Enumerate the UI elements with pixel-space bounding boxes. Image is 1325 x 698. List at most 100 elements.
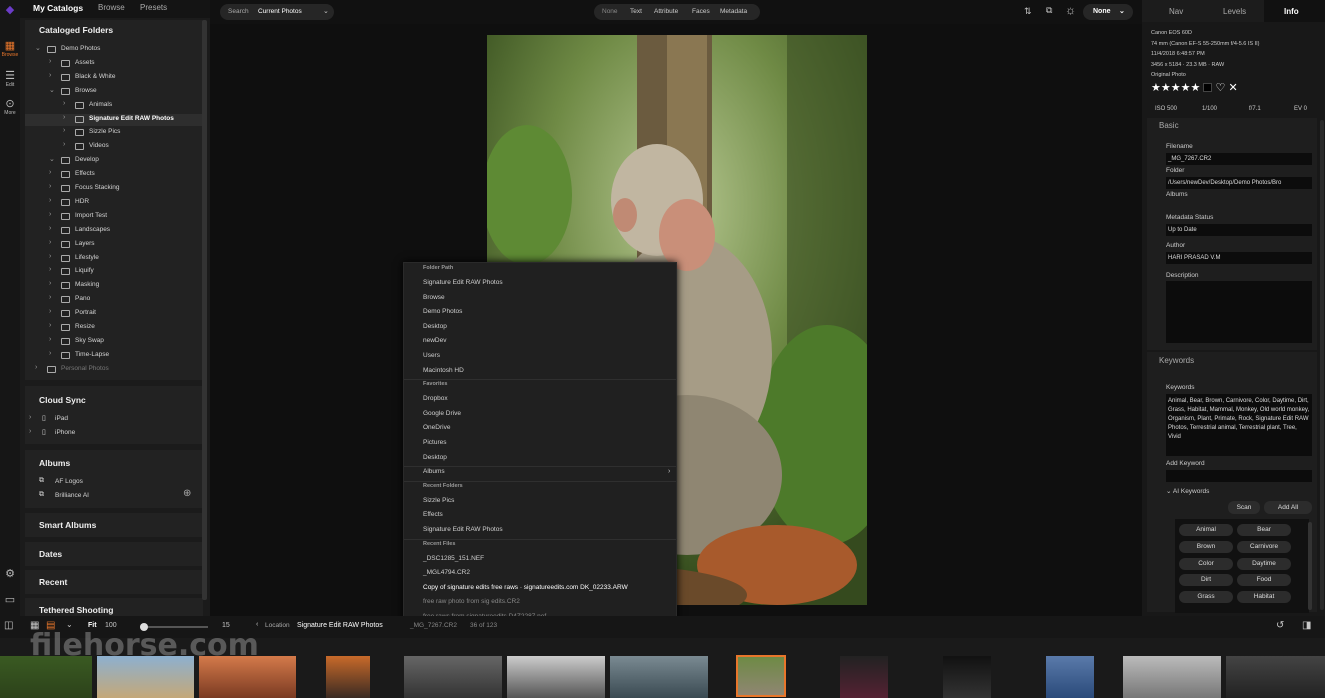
folder-field[interactable]: /Users/newDev/Desktop/Demo Photos/Bro: [1166, 177, 1312, 189]
author-field[interactable]: HARI PRASAD V.M: [1166, 252, 1312, 264]
menu-item[interactable]: Signature Edit RAW Photos: [423, 526, 503, 533]
chevron-right-icon[interactable]: ›: [49, 253, 51, 260]
settings-icon[interactable]: ⚙: [0, 568, 20, 580]
chevron-right-icon[interactable]: ›: [49, 350, 51, 357]
add-album-icon[interactable]: ⊕: [183, 488, 191, 499]
thumbnail[interactable]: [610, 656, 708, 698]
star-icon[interactable]: ★: [1171, 82, 1181, 94]
menu-item[interactable]: free raw photo from sig edits.CR2: [423, 598, 520, 605]
folder-row[interactable]: › Black & White: [25, 72, 203, 84]
ai-keyword-chip[interactable]: Food: [1237, 574, 1291, 587]
ai-keyword-chip[interactable]: Habitat: [1237, 591, 1291, 604]
compare-icon[interactable]: ⧉: [1046, 5, 1052, 16]
chevron-right-icon[interactable]: ›: [29, 414, 31, 421]
menu-item[interactable]: Desktop: [423, 323, 447, 330]
chevron-down-icon[interactable]: ⌄: [49, 86, 55, 94]
tethered-section[interactable]: Tethered Shooting: [25, 598, 203, 616]
menu-item[interactable]: Signature Edit RAW Photos: [423, 279, 503, 286]
chevron-right-icon[interactable]: ›: [63, 100, 65, 107]
folder-row[interactable]: › Pano: [25, 294, 203, 306]
chevron-right-icon[interactable]: ›: [63, 114, 65, 121]
dates-section[interactable]: Dates: [25, 542, 203, 566]
chevron-right-icon[interactable]: ›: [49, 211, 51, 218]
smart-albums-section[interactable]: Smart Albums: [25, 513, 203, 537]
ai-keyword-chip[interactable]: Bear: [1237, 524, 1291, 536]
menu-item[interactable]: Copy of signature edits free raws · sign…: [423, 584, 628, 591]
folder-row[interactable]: › Import Test: [25, 211, 203, 223]
folder-row[interactable]: ⌄ Browse: [25, 86, 203, 98]
folder-row[interactable]: › Sizzle Pics: [25, 127, 203, 139]
folder-row[interactable]: ⌄ Demo Photos: [25, 44, 203, 56]
folder-row[interactable]: › Videos: [25, 141, 203, 153]
chevron-right-icon[interactable]: ›: [49, 322, 51, 329]
folder-row[interactable]: › Sky Swap: [25, 336, 203, 348]
search-scope-dropdown[interactable]: Search Current Photos ⌄: [220, 4, 334, 20]
location-value[interactable]: Signature Edit RAW Photos: [297, 622, 383, 629]
ai-keyword-chip[interactable]: Animal: [1179, 524, 1233, 536]
folder-row[interactable]: › Personal Photos: [25, 364, 203, 376]
sort-icon[interactable]: ⇅: [1024, 6, 1032, 17]
ai-keyword-chip[interactable]: Dirt: [1179, 574, 1233, 587]
star-rating[interactable]: ★★★★★ ♡ ✕: [1151, 81, 1238, 94]
chips-scrollbar[interactable]: [1308, 522, 1312, 610]
album-item[interactable]: ⧉ AF Logos: [39, 477, 189, 489]
folder-row[interactable]: › Landscapes: [25, 225, 203, 237]
folder-row[interactable]: › Assets: [25, 58, 203, 70]
description-field[interactable]: [1166, 281, 1312, 343]
folder-row[interactable]: › Portrait: [25, 308, 203, 320]
recent-section[interactable]: Recent: [25, 570, 203, 594]
filter-none[interactable]: None: [602, 8, 618, 15]
chevron-right-icon[interactable]: ›: [49, 280, 51, 287]
menu-item[interactable]: Users: [423, 352, 440, 359]
chevron-right-icon[interactable]: ›: [29, 428, 31, 435]
thumbnail[interactable]: [840, 656, 888, 698]
section-title[interactable]: Albums: [39, 458, 70, 468]
folder-row[interactable]: › Signature Edit RAW Photos: [25, 113, 203, 126]
ai-keyword-chip[interactable]: Carnivore: [1237, 540, 1291, 553]
metadata-status-field[interactable]: Up to Date: [1166, 224, 1312, 236]
folder-row[interactable]: › Masking: [25, 280, 203, 292]
filter-attribute[interactable]: Attribute: [654, 8, 678, 15]
thumbnail[interactable]: [507, 656, 605, 698]
menu-item[interactable]: Browse: [423, 294, 445, 301]
menu-item[interactable]: _DSC1285_151.NEF: [423, 555, 484, 562]
rating-stars[interactable]: ★★★★★: [1151, 82, 1200, 94]
tab-levels[interactable]: Levels: [1223, 7, 1246, 16]
menu-item[interactable]: Desktop: [423, 454, 447, 461]
thumbnail[interactable]: [943, 656, 991, 698]
rail-browse[interactable]: ▦ Browse: [0, 40, 20, 58]
ai-keyword-chip[interactable]: Brown: [1179, 540, 1233, 553]
menu-item[interactable]: Macintosh HD: [423, 367, 464, 374]
folder-icon[interactable]: ▭: [0, 594, 20, 606]
ai-keyword-chip[interactable]: Color: [1179, 557, 1233, 570]
menu-item[interactable]: OneDrive: [423, 424, 450, 431]
chevron-right-icon[interactable]: ›: [49, 225, 51, 232]
section-title[interactable]: Cloud Sync: [39, 395, 86, 405]
chevron-right-icon[interactable]: ›: [49, 266, 51, 273]
folder-row[interactable]: › Layers: [25, 239, 203, 251]
chevron-right-icon[interactable]: ›: [49, 294, 51, 301]
rail-edit[interactable]: ☰ Edit: [0, 70, 20, 88]
filename-field[interactable]: _MG_7267.CR2: [1166, 153, 1312, 165]
chevron-right-icon[interactable]: ›: [49, 308, 51, 315]
tab-nav[interactable]: Nav: [1169, 7, 1183, 16]
filter-faces[interactable]: Faces: [692, 8, 710, 15]
tab-presets[interactable]: Presets: [140, 3, 167, 12]
ai-keywords-toggle[interactable]: ⌄ AI Keywords: [1166, 487, 1209, 495]
chevron-right-icon[interactable]: ›: [63, 141, 65, 148]
tab-browse[interactable]: Browse: [98, 3, 125, 12]
folder-row[interactable]: › Focus Stacking: [25, 183, 203, 195]
menu-item[interactable]: Albums: [423, 468, 445, 475]
menu-item[interactable]: Google Drive: [423, 410, 461, 417]
folder-row[interactable]: ⌄ Develop: [25, 155, 203, 167]
thumbnail-selected[interactable]: [736, 655, 786, 697]
menu-item[interactable]: _MGL4794.CR2: [423, 569, 470, 576]
sidebar-toggle-icon[interactable]: ◫: [4, 620, 13, 631]
chevron-down-icon[interactable]: ⌄: [35, 44, 41, 52]
keywords-title[interactable]: Keywords: [1159, 356, 1194, 365]
add-all-button[interactable]: Add All: [1264, 501, 1312, 514]
add-keyword-input[interactable]: [1166, 470, 1312, 482]
catalog-scrollbar[interactable]: [202, 20, 207, 600]
brightness-icon[interactable]: ☼: [1065, 3, 1076, 17]
reject-icon[interactable]: ✕: [1228, 82, 1237, 94]
